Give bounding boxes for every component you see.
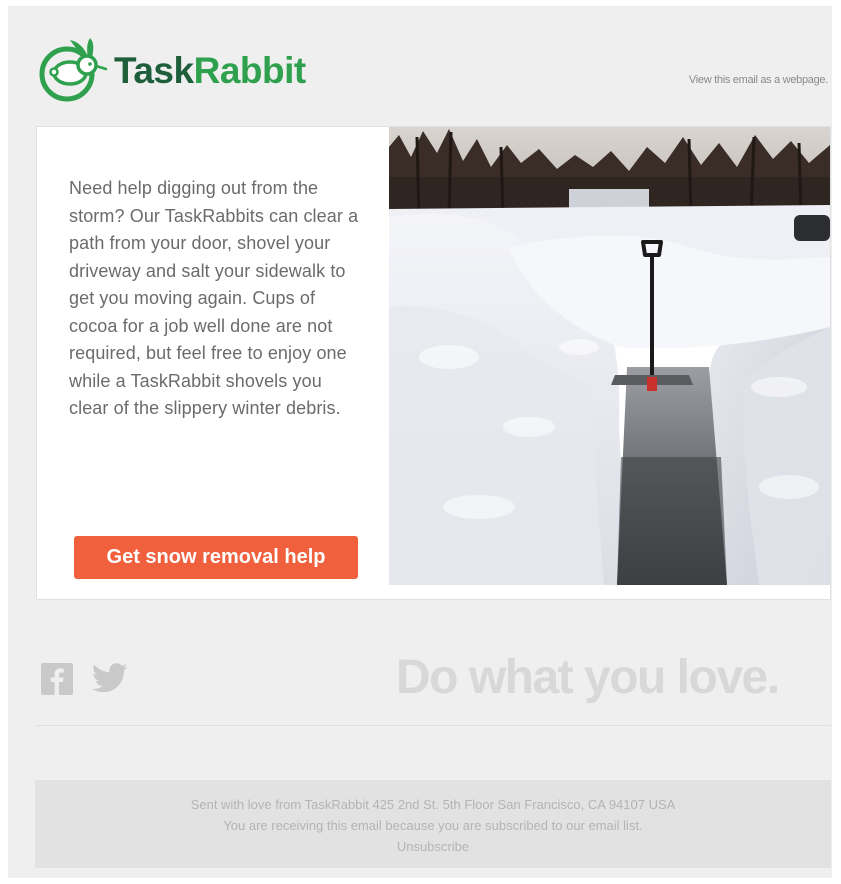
rabbit-logo-icon	[39, 38, 108, 102]
divider	[36, 725, 831, 726]
logo-wordmark: TaskRabbit	[114, 52, 306, 89]
social-links	[41, 663, 129, 700]
footer-subscription-note: You are receiving this email because you…	[223, 818, 643, 833]
email-frame: TaskRabbit View this email as a webpage.…	[8, 6, 832, 878]
logo-word-rabbit: Rabbit	[193, 49, 307, 91]
promo-body-text: Need help digging out from the storm? Ou…	[69, 178, 359, 418]
view-as-webpage-link[interactable]: View this email as a webpage.	[689, 74, 828, 86]
facebook-icon[interactable]	[41, 663, 73, 700]
promo-card: Need help digging out from the storm? Ou…	[36, 126, 831, 600]
taskrabbit-logo[interactable]: TaskRabbit	[36, 36, 306, 104]
twitter-icon[interactable]	[91, 663, 129, 700]
tagline: Do what you love.	[396, 651, 780, 704]
snow-removal-button[interactable]: Get snow removal help	[74, 536, 358, 579]
unsubscribe-link[interactable]: Unsubscribe	[397, 836, 469, 857]
snow-shovel-photo	[389, 127, 830, 585]
email-footer: Sent with love from TaskRabbit 425 2nd S…	[35, 780, 831, 868]
footer-address: Sent with love from TaskRabbit 425 2nd S…	[190, 797, 676, 812]
logo-word-task: Task	[114, 49, 194, 91]
